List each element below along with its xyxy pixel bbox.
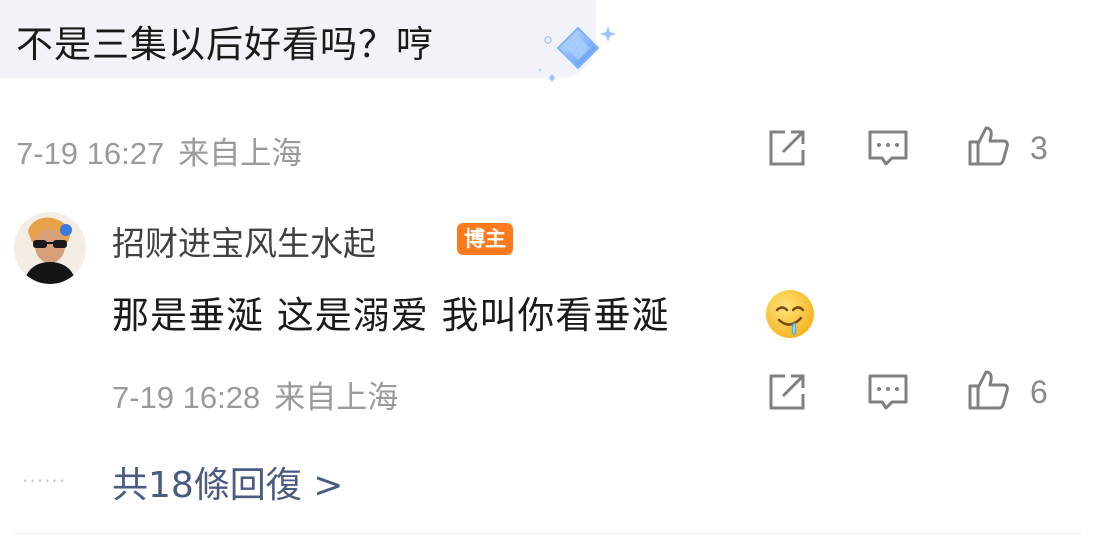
username[interactable]: 招财进宝风生水起 [112,217,376,265]
thumbs-up-icon [968,126,1009,166]
like-button[interactable] [966,124,1010,168]
share-icon [769,374,805,410]
comment-bubble: 不是三集以后好看吗？哼 [0,0,596,78]
reply-location: 来自上海 [274,380,399,416]
avatar[interactable] [14,212,86,284]
thumbs-up-icon [968,370,1009,410]
comment-text: 不是三集以后好看吗？哼 [16,23,434,66]
diamond-sticker-icon [538,26,616,82]
comment-meta: 7-19 16:27 来自上海 [16,128,302,173]
reply-like-count: 6 [1030,374,1048,410]
reply-like-button[interactable] [966,368,1010,412]
comment-time: 7-19 16:27 [16,136,165,171]
more-replies-link[interactable]: 共18條回復 > [112,456,343,508]
author-badge: 博主 [457,223,513,255]
reply-text: 那是垂涎 这是溺爱 我叫你看垂涎 [112,294,670,337]
reply-comment-button[interactable] [866,370,910,414]
like-count: 3 [1030,130,1048,166]
comment-icon [868,374,908,410]
reply-time: 7-19 16:28 [112,380,261,415]
share-button[interactable] [765,126,809,170]
divider [14,533,1081,534]
comment-button[interactable] [866,126,910,170]
thread-dots: ······ [22,469,67,493]
reply-meta: 7-19 16:28 来自上海 [112,372,398,417]
drooling-face-emoji-icon [766,290,814,338]
comment-location: 来自上海 [178,136,303,172]
avatar-image [14,212,86,284]
comment-icon [868,130,908,166]
share-icon [769,130,805,166]
reply-share-button[interactable] [765,370,809,414]
